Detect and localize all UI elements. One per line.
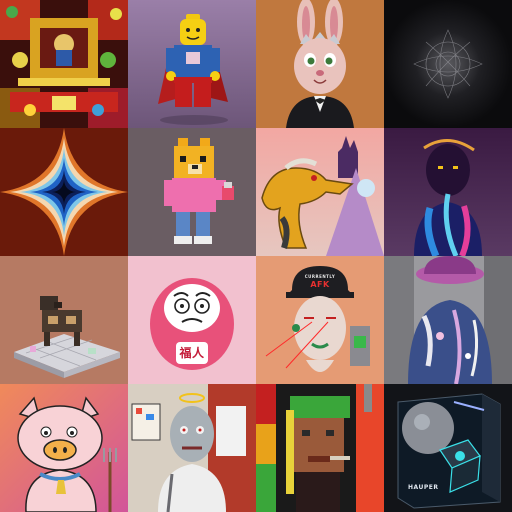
tile-paint-splatter-person[interactable] <box>384 256 512 384</box>
daruma-caption: 福人 <box>179 346 205 360</box>
tile-rainbow-star[interactable] <box>0 128 128 256</box>
tile-pixel-dragon[interactable] <box>256 128 384 256</box>
tile-temple-collage[interactable] <box>0 0 128 128</box>
tile-voxel-dog-diorama[interactable] <box>0 256 128 384</box>
tile-lego-superhero[interactable] <box>128 0 256 128</box>
rainbow-star-image <box>0 128 128 256</box>
tile-cartoon-pig[interactable] <box>0 384 128 512</box>
zombie-artist-image <box>128 384 256 512</box>
voxel-dog-image <box>128 128 256 256</box>
cartoon-pig-image <box>0 384 128 512</box>
paint-splatter-person-image <box>384 256 512 384</box>
tile-bunny-king[interactable] <box>256 0 384 128</box>
daruma-doll-image <box>128 256 256 384</box>
lego-superhero-image <box>128 0 256 128</box>
tile-galaxy-figure[interactable] <box>384 128 512 256</box>
tile-dark-fractal[interactable] <box>384 0 512 128</box>
tile-game-box[interactable]: HAUPER <box>384 384 512 512</box>
temple-collage-image <box>0 0 128 128</box>
pixel-dragon-image <box>256 128 384 256</box>
tile-zombie-artist[interactable] <box>128 384 256 512</box>
tile-voxel-dog[interactable] <box>128 128 256 256</box>
tile-afk-cyborg[interactable]: CURRENTLY AFK <box>256 256 384 384</box>
tile-pixel-punk[interactable] <box>256 384 384 512</box>
bunny-king-image <box>256 0 384 128</box>
nft-gallery-grid: 福人 CURRENTLY AFK HAUPER <box>0 0 512 512</box>
tile-daruma-doll[interactable]: 福人 <box>128 256 256 384</box>
game-box-title: HAUPER <box>408 484 439 491</box>
voxel-dog-diorama-image <box>0 256 128 384</box>
galaxy-figure-image <box>384 128 512 256</box>
dark-fractal-image <box>384 0 512 128</box>
afk-cap-text: AFK <box>310 280 330 289</box>
game-box-image <box>384 384 512 512</box>
afk-cap-small-text: CURRENTLY <box>304 274 336 279</box>
pixel-punk-image <box>256 384 384 512</box>
